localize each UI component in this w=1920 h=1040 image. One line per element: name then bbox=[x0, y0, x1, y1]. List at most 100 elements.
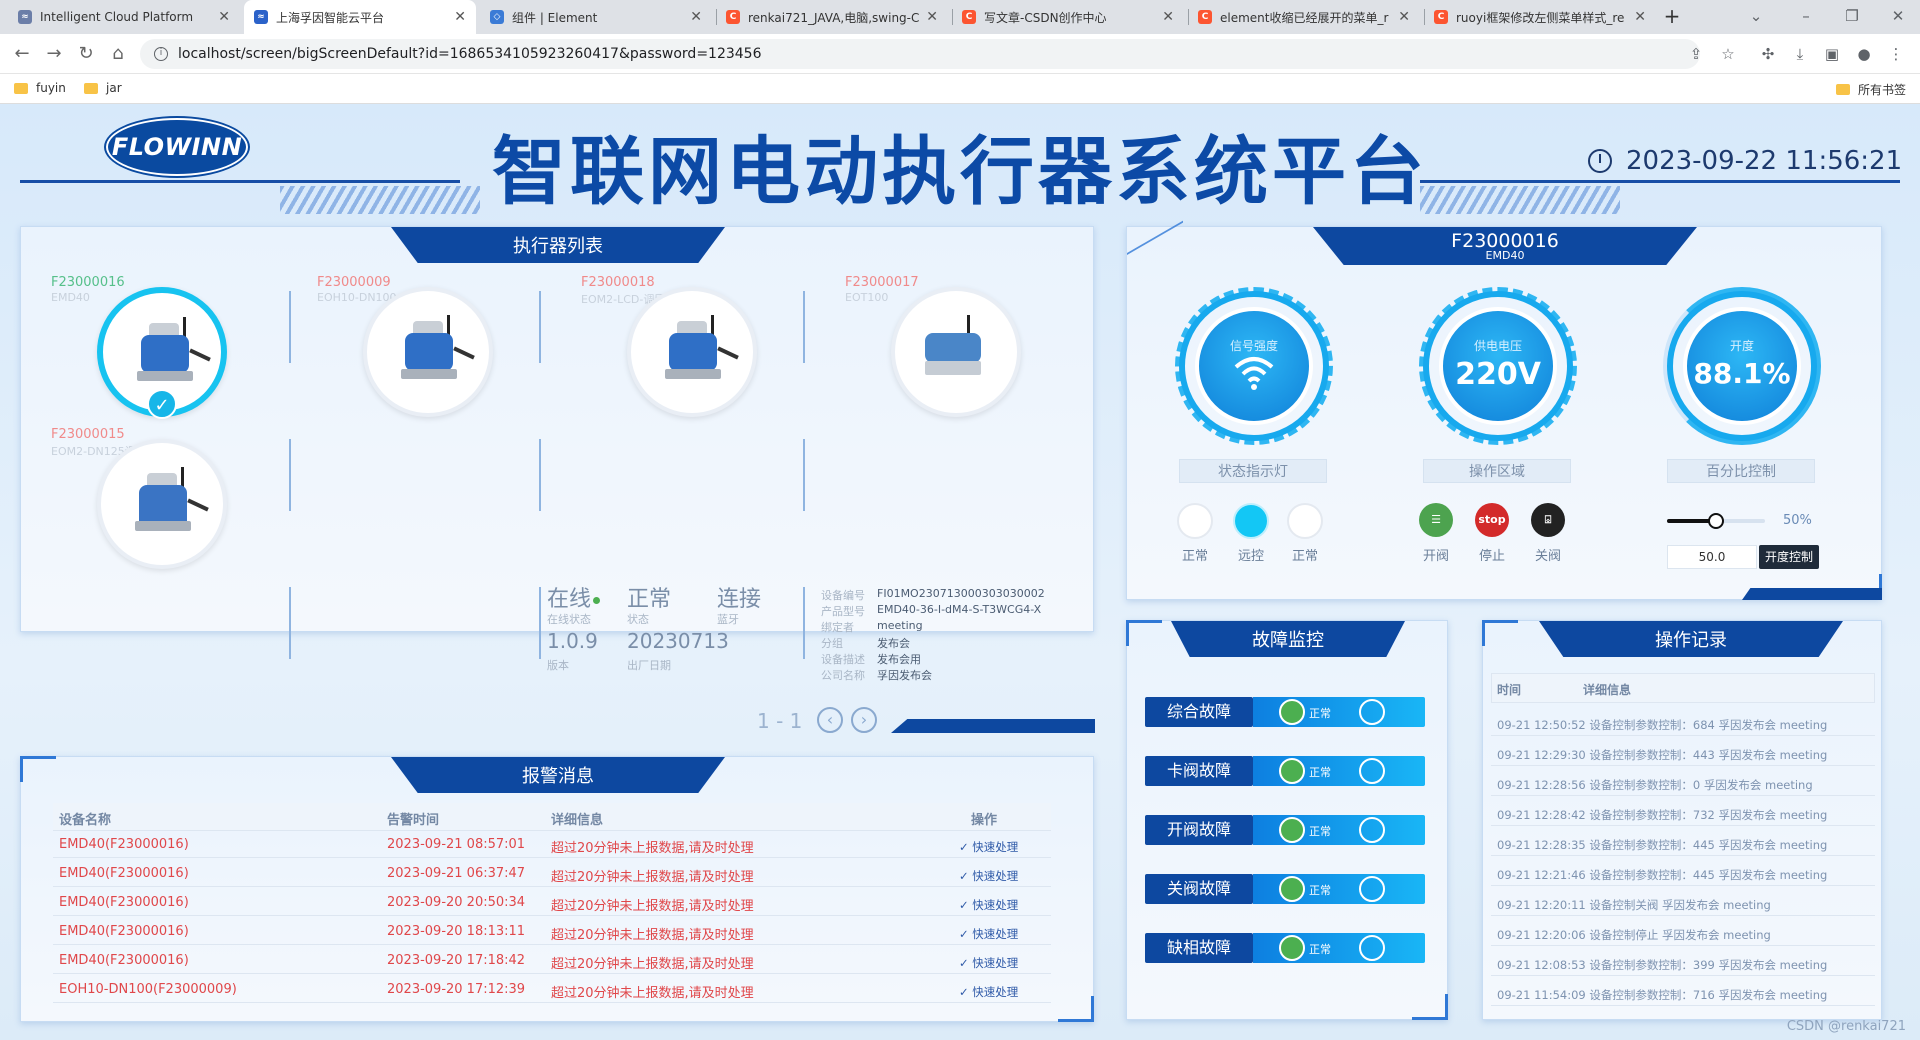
table-row: 09-21 12:20:11 设备控制关阀 孚因发布会 meeting bbox=[1497, 898, 1771, 912]
device-image bbox=[891, 287, 1021, 417]
browser-tab[interactable]: ≈ Intelligent Cloud Platform ✕ bbox=[8, 0, 240, 34]
close-icon[interactable]: ✕ bbox=[1162, 9, 1174, 25]
info-key: 设备编号 bbox=[821, 589, 865, 602]
home-icon[interactable]: ⌂ bbox=[106, 42, 130, 66]
page-title: 智联网电动执行器系统平台 bbox=[492, 129, 1428, 215]
extensions-icon[interactable]: ✣ bbox=[1758, 44, 1778, 64]
panel-decoration bbox=[1742, 588, 1882, 600]
alarm-device-name: EMD40(F23000016) bbox=[59, 953, 189, 968]
device-card[interactable]: F23000015 EOM2-DN125调节 bbox=[35, 427, 265, 577]
quick-handle-button[interactable]: ✓ 快速处理 bbox=[959, 868, 1018, 884]
close-icon[interactable]: ✕ bbox=[454, 9, 466, 25]
next-page-button[interactable]: › bbox=[851, 707, 877, 733]
minimize-icon[interactable]: – bbox=[1796, 6, 1816, 26]
info-value: meeting bbox=[877, 619, 923, 632]
alarm-device-name: EMD40(F23000016) bbox=[59, 895, 189, 910]
browser-tabbar: ≈ Intelligent Cloud Platform ✕ ≈ 上海孚因智能云… bbox=[0, 0, 1920, 34]
close-icon[interactable]: ✕ bbox=[1634, 9, 1646, 25]
alarm-device-name: EMD40(F23000016) bbox=[59, 866, 189, 881]
all-bookmarks[interactable]: 所有书签 bbox=[1836, 81, 1906, 98]
star-icon[interactable]: ☆ bbox=[1718, 44, 1738, 64]
profile-icon[interactable]: ● bbox=[1854, 44, 1874, 64]
clock: 2023-09-22 11:56:21 bbox=[1588, 146, 1902, 176]
prev-page-button[interactable]: ‹ bbox=[817, 707, 843, 733]
toggle-circle[interactable] bbox=[1359, 699, 1385, 725]
status-lamp bbox=[1233, 503, 1269, 539]
back-icon[interactable]: ← bbox=[10, 42, 34, 66]
info-icon[interactable]: i bbox=[154, 47, 168, 61]
stop-icon: stop bbox=[1478, 513, 1506, 526]
slider-knob[interactable] bbox=[1708, 513, 1724, 529]
close-window-icon[interactable]: ✕ bbox=[1888, 6, 1908, 26]
lamp-label: 远控 bbox=[1237, 549, 1264, 564]
toggle-circle[interactable] bbox=[1359, 758, 1385, 784]
device-card[interactable]: F23000009 EOH10-DN100 bbox=[301, 275, 531, 425]
quick-handle-button[interactable]: ✓ 快速处理 bbox=[959, 926, 1018, 942]
fault-row: 开阀故障 正常 bbox=[1145, 815, 1425, 845]
status-indicator-icon bbox=[1279, 699, 1305, 725]
toggle-circle[interactable] bbox=[1359, 817, 1385, 843]
table-row: 09-21 12:20:06 设备控制停止 孚因发布会 meeting bbox=[1497, 928, 1771, 942]
state-label: 状态 bbox=[627, 613, 649, 626]
percent-slider[interactable] bbox=[1667, 513, 1765, 529]
sidepanel-icon[interactable]: ▣ bbox=[1822, 44, 1842, 64]
toggle-circle[interactable] bbox=[1359, 935, 1385, 961]
quick-handle-button[interactable]: ✓ 快速处理 bbox=[959, 897, 1018, 913]
restore-icon[interactable]: ❐ bbox=[1842, 6, 1862, 26]
quick-handle-button[interactable]: ✓ 快速处理 bbox=[959, 839, 1018, 855]
connection-value: 连接 bbox=[717, 587, 762, 612]
online-status: 在线 bbox=[547, 581, 601, 613]
status-indicator-icon bbox=[1279, 817, 1305, 843]
browser-tab[interactable]: C element收缩已经展开的菜单_r ✕ bbox=[1188, 0, 1420, 34]
menu-icon[interactable]: ⋮ bbox=[1886, 44, 1906, 64]
percent-input[interactable]: 50.0 bbox=[1667, 545, 1757, 569]
close-valve-icon: ⌺ bbox=[1544, 513, 1552, 526]
fault-monitor-panel: 故障监控 综合故障 正常 卡阀故障 正常 开阀故障 正常 关阀故障 正常 缺相故障 正常 bbox=[1126, 620, 1448, 1020]
info-value: 发布会 bbox=[877, 637, 910, 650]
share-icon[interactable]: ⇪ bbox=[1686, 44, 1706, 64]
csdn-icon: C bbox=[1434, 10, 1448, 24]
element-icon: ◇ bbox=[490, 10, 504, 24]
cloud-icon: ≈ bbox=[18, 10, 32, 24]
forward-icon[interactable]: → bbox=[42, 42, 66, 66]
opening-control-button[interactable]: 开度控制 bbox=[1759, 545, 1819, 569]
browser-tab[interactable]: C 写文章-CSDN创作中心 ✕ bbox=[952, 0, 1184, 34]
device-card[interactable]: F23000016 EMD40 ✓ bbox=[35, 275, 265, 425]
stop-button[interactable]: stop bbox=[1475, 503, 1509, 537]
info-value: 发布会用 bbox=[877, 653, 921, 666]
bookmark-fuyin[interactable]: fuyin bbox=[14, 81, 66, 95]
info-key: 设备描述 bbox=[821, 653, 865, 666]
date-value: 20230713 bbox=[627, 629, 729, 653]
quick-handle-button[interactable]: ✓ 快速处理 bbox=[959, 984, 1018, 1000]
close-icon[interactable]: ✕ bbox=[218, 9, 230, 25]
download-icon[interactable]: ⤓ bbox=[1790, 44, 1810, 64]
browser-tab[interactable]: C renkai721_JAVA,电脑,swing-C ✕ bbox=[716, 0, 948, 34]
open-valve-button[interactable]: ☰ bbox=[1419, 503, 1453, 537]
info-key: 绑定者 bbox=[821, 621, 854, 634]
close-icon[interactable]: ✕ bbox=[690, 9, 702, 25]
browser-tab[interactable]: C ruoyi框架修改左侧菜单样式_re ✕ bbox=[1424, 0, 1656, 34]
close-icon[interactable]: ✕ bbox=[926, 9, 938, 25]
reload-icon[interactable]: ↻ bbox=[74, 42, 98, 66]
new-tab-icon[interactable]: + bbox=[1662, 6, 1682, 26]
online-dot-icon bbox=[593, 596, 601, 604]
bookmark-jar[interactable]: jar bbox=[84, 81, 122, 95]
browser-tab-active[interactable]: ≈ 上海孚因智能云平台 ✕ bbox=[244, 0, 476, 34]
fault-row: 综合故障 正常 bbox=[1145, 697, 1425, 727]
toggle-circle[interactable] bbox=[1359, 876, 1385, 902]
close-valve-button[interactable]: ⌺ bbox=[1531, 503, 1565, 537]
info-value: 孚因发布会 bbox=[877, 669, 932, 682]
device-card[interactable]: F23000017 EOT100 bbox=[829, 275, 1059, 425]
status-lamp bbox=[1287, 503, 1323, 539]
quick-handle-button[interactable]: ✓ 快速处理 bbox=[959, 955, 1018, 971]
device-detail-panel: F23000016 EMD40 信号强度 供电电压 220V 开度 88.1% … bbox=[1126, 194, 1882, 600]
device-card[interactable]: F23000018 EOM2-LCD-调压通 bbox=[565, 275, 795, 425]
url-field[interactable]: i localhost/screen/bigScreenDefault?id=1… bbox=[140, 39, 1700, 69]
tab-search-icon[interactable]: ⌄ bbox=[1746, 6, 1766, 26]
cloud-icon: ≈ bbox=[254, 10, 268, 24]
browser-tab[interactable]: ◇ 组件 | Element ✕ bbox=[480, 0, 712, 34]
close-icon[interactable]: ✕ bbox=[1398, 9, 1410, 25]
panel-title: 操作记录 bbox=[1539, 621, 1843, 657]
table-row: 09-21 11:54:09 设备控制参数控制：716 孚因发布会 meetin… bbox=[1497, 988, 1828, 1002]
device-image bbox=[363, 287, 493, 417]
